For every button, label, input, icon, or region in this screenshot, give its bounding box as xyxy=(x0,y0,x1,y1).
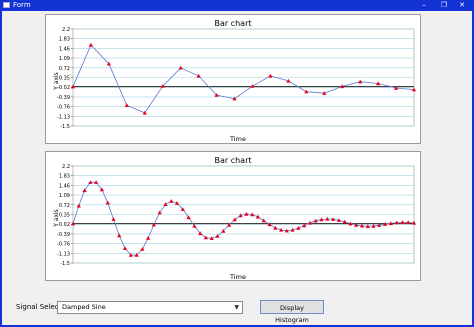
maximize-icon[interactable]: ❐ xyxy=(437,0,451,11)
app-icon xyxy=(3,2,10,8)
chart-title: Bar chart xyxy=(214,19,251,28)
y-tick-label: -1.13 xyxy=(57,114,70,120)
plot-area: 2.2 1.83 1.46 1.09 0.72 0.35 -0.02 -0.39 -0.76 -1… xyxy=(57,164,417,267)
y-tick-label: 1.09 xyxy=(59,56,70,62)
display-histogram-button[interactable]: Display Histogram xyxy=(260,300,324,324)
top-chart-svg: Bar chart Time Y axis 2.21.831.461.090.7… xyxy=(53,19,417,143)
y-tick-label: -1.13 xyxy=(57,251,70,257)
chevron-down-icon[interactable]: ▼ xyxy=(234,302,239,313)
plot-area: 2.2 1.83 1.46 1.09 0.72 0.35 -0.02 -0.39 -0.76 -1… xyxy=(57,27,417,130)
y-tick-label: 2.2 xyxy=(62,164,70,170)
y-tick-label: 2.2 xyxy=(62,27,70,33)
y-tick-label: 1.83 xyxy=(59,37,70,43)
signal-select-dropdown[interactable]: Damped Sine ▼ xyxy=(57,301,243,314)
y-tick-label: -1.5 xyxy=(60,124,70,130)
x-axis-label: Time xyxy=(229,273,246,281)
y-tick-label: 1.83 xyxy=(59,174,70,180)
y-tick-label: -0.02 xyxy=(57,222,70,228)
window-border-left xyxy=(0,11,2,327)
chart-title: Bar chart xyxy=(214,156,251,165)
y-tick-label: 1.46 xyxy=(59,46,70,52)
y-tick-label: -0.76 xyxy=(57,242,70,248)
signal-select-value: Damped Sine xyxy=(62,303,106,311)
y-tick-label: -1.5 xyxy=(60,261,70,267)
y-tick-label: 1.46 xyxy=(59,183,70,189)
minimize-icon[interactable]: – xyxy=(417,0,431,11)
y-tick-label: 0.72 xyxy=(59,203,70,209)
close-icon[interactable]: ✕ xyxy=(455,0,469,11)
bottom-chart-svg: Bar chart Time Y axis 2.21.831.461.090.7… xyxy=(53,156,417,281)
y-tick-label: 0.72 xyxy=(59,66,70,72)
y-tick-label: 1.09 xyxy=(59,193,70,199)
top-chart: Bar chart Time Y axis 2.2 1.83 1.46 1.09 0.7… xyxy=(45,14,421,144)
window-titlebar[interactable]: Form – ❐ ✕ xyxy=(0,0,474,11)
x-axis-label: Time xyxy=(229,135,246,143)
y-tick-label: 0.35 xyxy=(59,213,70,219)
window-title: Form xyxy=(13,1,31,9)
y-tick-label: -0.39 xyxy=(57,232,70,238)
bottom-chart: Bar chart Time Y axis 2.2 1.83 1.46 1.09 0.7… xyxy=(45,151,421,281)
y-tick-label: -0.76 xyxy=(57,105,70,111)
y-tick-label: 0.35 xyxy=(59,76,70,82)
signal-select-label: Signal Select xyxy=(16,303,62,311)
y-tick-label: -0.02 xyxy=(57,85,70,91)
y-tick-label: -0.39 xyxy=(57,95,70,101)
